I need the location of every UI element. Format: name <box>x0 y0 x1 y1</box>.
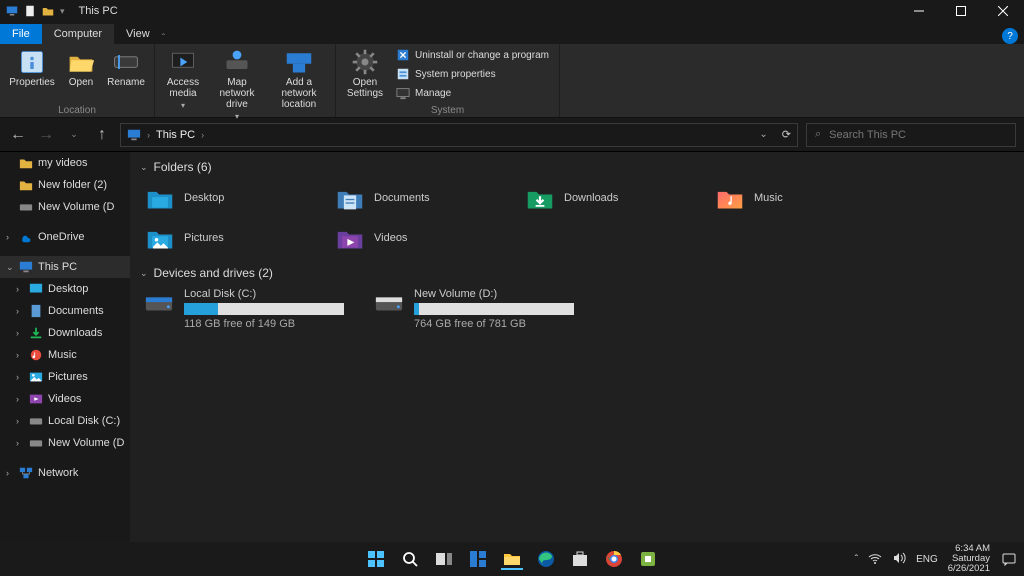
tab-computer[interactable]: Computer <box>42 24 114 44</box>
window-title: This PC <box>71 5 118 17</box>
uninstall-icon <box>396 48 410 62</box>
tree-item-new-volume-top[interactable]: New Volume (D <box>0 196 130 218</box>
refresh-button[interactable]: ⟳ <box>782 128 791 141</box>
manage-icon <box>396 86 410 100</box>
help-icon[interactable]: ? <box>1002 28 1018 44</box>
taskbar-edge-button[interactable] <box>535 548 557 570</box>
search-icon: ⌕ <box>815 128 821 141</box>
nav-back-button[interactable]: ← <box>8 125 28 145</box>
chevron-right-icon: › <box>201 130 204 140</box>
tray-overflow-icon[interactable]: ˆ <box>855 554 858 565</box>
navigation-row: ← → ⌄ ↑ › This PC › ⌄ ⟳ ⌕ Search This PC <box>0 118 1024 152</box>
window-close-button[interactable] <box>982 0 1024 22</box>
tree-item-this-pc[interactable]: ⌄This PC <box>0 256 130 278</box>
drive-item-c[interactable]: Local Disk (C:) 118 GB free of 149 GB <box>144 288 344 330</box>
tab-file[interactable]: File <box>0 24 42 44</box>
tree-item-downloads[interactable]: ›Downloads <box>0 322 130 344</box>
folder-item-music[interactable]: Music <box>710 178 900 218</box>
folder-icon <box>42 5 54 17</box>
ribbon-group-location: Properties Open Rename Location <box>0 44 155 117</box>
taskbar-explorer-button[interactable] <box>501 548 523 570</box>
taskbar-search-button[interactable] <box>399 548 421 570</box>
system-properties-button[interactable]: System properties <box>392 65 553 83</box>
search-placeholder: Search This PC <box>829 129 906 141</box>
tree-item-documents[interactable]: ›Documents <box>0 300 130 322</box>
folder-item-desktop[interactable]: Desktop <box>140 178 330 218</box>
folder-item-downloads[interactable]: Downloads <box>520 178 710 218</box>
tray-wifi-icon[interactable] <box>868 551 882 568</box>
ribbon-tabs: File Computer View ˆ ? <box>0 22 1024 44</box>
tab-view[interactable]: View <box>114 24 162 44</box>
nav-history-button[interactable]: ⌄ <box>64 125 84 145</box>
ribbon-group-label: System <box>431 104 464 116</box>
address-bar[interactable]: › This PC › ⌄ ⟳ <box>120 123 798 147</box>
taskbar-chrome-button[interactable] <box>603 548 625 570</box>
search-box[interactable]: ⌕ Search This PC <box>806 123 1016 147</box>
tray-language[interactable]: ENG <box>916 554 938 565</box>
nav-forward-button[interactable]: → <box>36 125 56 145</box>
properties-icon <box>396 67 410 81</box>
navigation-tree: my videos New folder (2) New Volume (D ›… <box>0 152 130 552</box>
breadcrumb[interactable]: This PC <box>156 129 195 141</box>
taskbar-store-button[interactable] <box>569 548 591 570</box>
ribbon-group-network: Access media▾ Map network drive▾ Add a n… <box>155 44 336 117</box>
chevron-right-icon: › <box>147 130 150 140</box>
drive-item-d[interactable]: New Volume (D:) 764 GB free of 781 GB <box>374 288 574 330</box>
titlebar: ▾ This PC <box>0 0 1024 22</box>
drive-name: New Volume (D:) <box>414 288 574 300</box>
add-network-location-button[interactable]: Add a network location <box>269 46 329 110</box>
folder-item-videos[interactable]: Videos <box>330 218 520 258</box>
taskbar-widgets-button[interactable] <box>467 548 489 570</box>
content-pane: ⌄Folders (6) Desktop Documents Downloads… <box>130 152 1024 552</box>
nav-up-button[interactable]: ↑ <box>92 125 112 145</box>
properties-button[interactable]: Properties <box>6 46 58 88</box>
tree-item-new-folder[interactable]: New folder (2) <box>0 174 130 196</box>
notifications-button[interactable] <box>1000 550 1018 568</box>
rename-button[interactable]: Rename <box>104 46 148 88</box>
tree-item-network[interactable]: ›Network <box>0 462 130 484</box>
tree-item-local-disk[interactable]: ›Local Disk (C:) <box>0 410 130 432</box>
ribbon-group-system: Open Settings Uninstall or change a prog… <box>336 44 560 117</box>
drive-icon <box>144 288 174 318</box>
drive-usage-bar <box>414 303 574 315</box>
taskbar: ˆ ENG 6:34 AM Saturday 6/26/2021 <box>0 542 1024 576</box>
tree-item-pictures[interactable]: ›Pictures <box>0 366 130 388</box>
drive-name: Local Disk (C:) <box>184 288 344 300</box>
start-button[interactable] <box>365 548 387 570</box>
taskbar-taskview-button[interactable] <box>433 548 455 570</box>
tree-item-onedrive[interactable]: ›OneDrive <box>0 226 130 248</box>
manage-button[interactable]: Manage <box>392 84 553 102</box>
tree-item-new-volume[interactable]: ›New Volume (D <box>0 432 130 454</box>
window-maximize-button[interactable] <box>940 0 982 22</box>
tray-volume-icon[interactable] <box>892 551 906 568</box>
ribbon-group-label: Location <box>58 104 96 116</box>
ribbon-collapse-icon[interactable]: ˆ <box>162 33 165 44</box>
drive-free-text: 118 GB free of 149 GB <box>184 318 344 330</box>
window-minimize-button[interactable] <box>898 0 940 22</box>
open-settings-button[interactable]: Open Settings <box>342 46 388 99</box>
tree-item-videos[interactable]: ›Videos <box>0 388 130 410</box>
section-header-folders[interactable]: ⌄Folders (6) <box>130 152 1024 178</box>
quick-access-toolbar: ▾ <box>0 5 71 17</box>
tree-item-music[interactable]: ›Music <box>0 344 130 366</box>
section-header-drives[interactable]: ⌄Devices and drives (2) <box>130 258 1024 284</box>
folder-item-documents[interactable]: Documents <box>330 178 520 218</box>
address-dropdown-icon[interactable]: ⌄ <box>759 129 767 140</box>
tree-item-my-videos[interactable]: my videos <box>0 152 130 174</box>
uninstall-button[interactable]: Uninstall or change a program <box>392 46 553 64</box>
pc-icon <box>127 128 141 142</box>
folder-item-pictures[interactable]: Pictures <box>140 218 330 258</box>
drive-icon <box>374 288 404 318</box>
tree-item-desktop[interactable]: ›Desktop <box>0 278 130 300</box>
access-media-button[interactable]: Access media▾ <box>161 46 205 111</box>
drive-usage-bar <box>184 303 344 315</box>
page-icon <box>24 5 36 17</box>
taskbar-app-button[interactable] <box>637 548 659 570</box>
drive-free-text: 764 GB free of 781 GB <box>414 318 574 330</box>
pc-icon <box>6 5 18 17</box>
open-button[interactable]: Open <box>62 46 100 88</box>
map-drive-button[interactable]: Map network drive▾ <box>209 46 265 122</box>
ribbon: Properties Open Rename Location Access m… <box>0 44 1024 118</box>
taskbar-clock[interactable]: 6:34 AM Saturday 6/26/2021 <box>948 544 990 574</box>
